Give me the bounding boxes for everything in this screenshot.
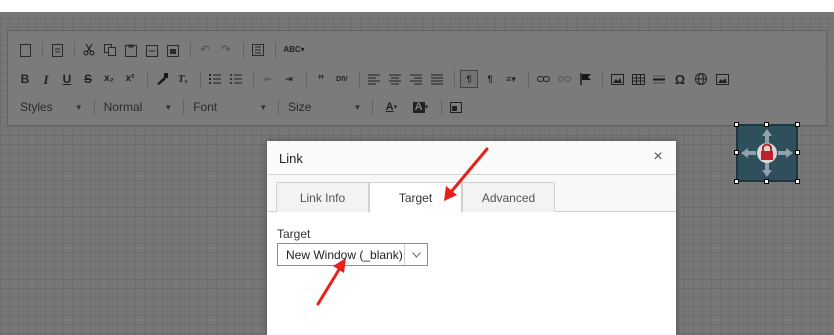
link-dialog: Link × Link Info Target Advanced Target … — [267, 141, 676, 335]
resize-handle[interactable] — [795, 150, 800, 155]
close-icon[interactable]: × — [650, 148, 666, 166]
resize-handle[interactable] — [795, 122, 800, 127]
target-label: Target — [277, 227, 311, 241]
chevron-down-icon[interactable] — [404, 244, 427, 265]
dialog-title-bar[interactable]: Link × — [267, 141, 676, 175]
resize-handle[interactable] — [734, 179, 739, 184]
target-select-value: New Window (_blank) — [286, 247, 403, 262]
dialog-tabs: Link Info Target Advanced — [267, 175, 676, 213]
resize-handle[interactable] — [734, 122, 739, 127]
tab-link-info[interactable]: Link Info — [276, 182, 369, 212]
selected-image-widget[interactable] — [734, 122, 800, 184]
tab-advanced[interactable]: Advanced — [462, 182, 555, 212]
tab-target[interactable]: Target — [369, 182, 462, 213]
page-top-strip — [0, 0, 834, 12]
dialog-title: Link — [279, 151, 303, 166]
target-select[interactable]: New Window (_blank) — [277, 243, 428, 266]
resize-handle[interactable] — [764, 179, 769, 184]
resize-handle[interactable] — [734, 150, 739, 155]
lock-arrows-icon — [741, 129, 793, 177]
resize-handle[interactable] — [764, 122, 769, 127]
resize-handle[interactable] — [795, 179, 800, 184]
